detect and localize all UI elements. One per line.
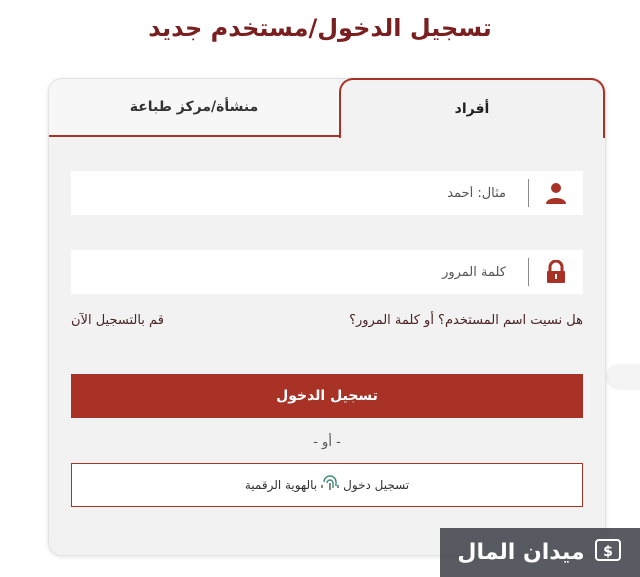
- or-separator: - أو -: [313, 435, 341, 450]
- tab-individuals[interactable]: أفراد: [339, 78, 605, 138]
- login-button[interactable]: تسجيل الدخول: [71, 374, 583, 418]
- digital-id-login-button[interactable]: تسجيل دخول بالهوية الرقمية: [71, 463, 583, 507]
- field-separator: [528, 258, 529, 286]
- password-field: [71, 250, 583, 294]
- username-input[interactable]: [71, 171, 528, 215]
- field-separator: [528, 179, 529, 207]
- page-title: تسجيل الدخول/مستخدم جديد: [148, 14, 492, 42]
- auth-links: هل نسيت اسم المستخدم؟ أو كلمة المرور؟ قم…: [71, 313, 583, 333]
- tab-organization-label: منشأة/مركز طباعة: [129, 99, 259, 115]
- login-card: أفراد منشأة/مركز طباعة هل نسيت اسم المست…: [48, 78, 606, 556]
- watermark-text: ميدان المال: [457, 540, 585, 565]
- password-input[interactable]: [71, 250, 528, 294]
- fingerprint-icon: [321, 474, 339, 497]
- register-now-link[interactable]: قم بالتسجيل الآن: [71, 313, 164, 328]
- user-icon: [529, 171, 583, 215]
- tab-individuals-label: أفراد: [454, 101, 490, 117]
- lock-icon: [529, 250, 583, 294]
- watermark-logo: $ ميدان المال: [440, 528, 640, 577]
- side-scroll-handle: [606, 364, 640, 390]
- digital-id-label-before: تسجيل دخول: [343, 478, 410, 492]
- svg-text:$: $: [603, 544, 613, 560]
- money-icon: $: [593, 535, 623, 571]
- digital-id-label-after: بالهوية الرقمية: [244, 478, 318, 492]
- username-field: [71, 171, 583, 215]
- forgot-credentials-link[interactable]: هل نسيت اسم المستخدم؟ أو كلمة المرور؟: [349, 313, 583, 328]
- tab-organization[interactable]: منشأة/مركز طباعة: [49, 79, 339, 137]
